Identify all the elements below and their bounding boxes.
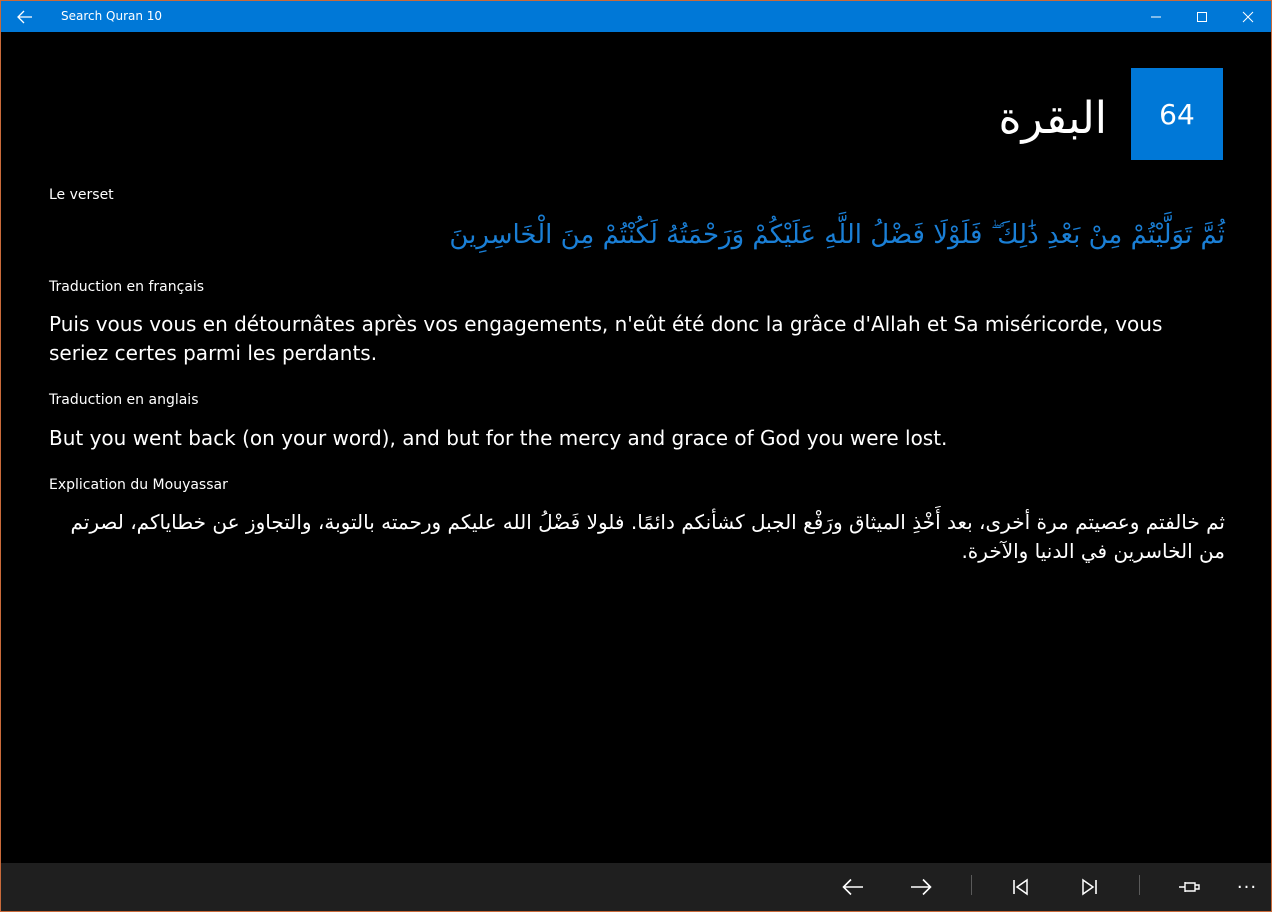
close-icon [1242,11,1254,22]
separator [1139,875,1140,895]
verse-number-tile: 64 [1131,68,1223,160]
command-bar: ··· [1,863,1271,911]
maximize-icon [1197,11,1207,22]
verse-number: 64 [1159,97,1195,131]
first-verse-button[interactable] [997,863,1045,911]
next-verse-button[interactable] [897,863,945,911]
last-verse-button[interactable] [1065,863,1113,911]
separator [971,875,972,895]
minimize-button[interactable] [1133,1,1179,32]
french-translation-text: Puis vous vous en détournâtes après vos … [49,312,1163,365]
back-button[interactable] [1,1,49,32]
app-window: Search Quran 10 البقرة 64 Le verset ثُمَ… [0,0,1272,912]
arrow-right-icon [911,878,932,896]
english-translation-text: But you went back (on your word), and bu… [49,426,948,450]
explanation-text: ثم خالفتم وعصيتم مرة أخرى، بعد أَخْذِ ال… [70,510,1225,563]
previous-verse-button[interactable] [829,863,877,911]
minimize-icon [1151,16,1161,17]
pin-button[interactable] [1165,863,1213,911]
maximize-button[interactable] [1179,1,1225,32]
more-button[interactable]: ··· [1223,863,1271,911]
surah-name: البقرة [998,93,1108,144]
close-button[interactable] [1225,1,1271,32]
more-icon: ··· [1236,876,1258,898]
french-translation-label: Traduction en français [49,279,205,295]
title-bar: Search Quran 10 [1,1,1271,32]
pin-icon [1179,882,1200,892]
last-icon [1082,878,1097,896]
first-icon [1013,878,1028,896]
verse-label: Le verset [49,187,114,203]
back-arrow-icon [17,10,32,23]
app-title: Search Quran 10 [61,9,163,23]
verse-text: ثُمَّ تَوَلَّيْتُمْ مِنْ بَعْدِ ذَٰلِكَ … [449,220,1225,250]
explanation-label: Explication du Mouyassar [49,477,228,493]
english-translation-label: Traduction en anglais [49,392,199,408]
arrow-left-icon [842,878,863,896]
